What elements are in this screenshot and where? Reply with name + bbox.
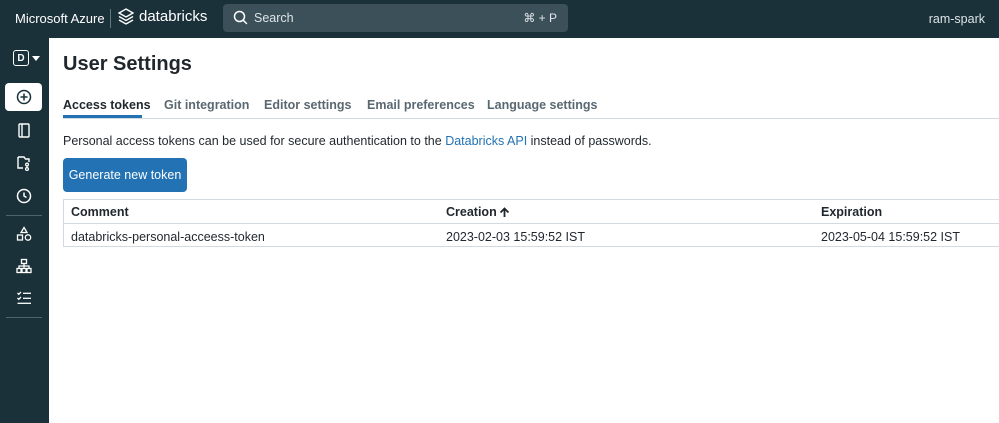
sidebar-item-repos[interactable] [5,149,42,177]
databricks-label: databricks [139,8,208,25]
tab-language-settings[interactable]: Language settings [487,98,597,112]
column-header-comment[interactable]: Comment [71,205,129,219]
sidebar-item-recents[interactable] [5,182,42,210]
brand-divider [110,9,111,28]
description-text-after: instead of passwords. [527,134,652,148]
persona-switcher[interactable]: D [13,49,43,67]
token-expiration-cell: 2023-05-04 15:59:52 IST [821,230,960,244]
clock-icon [16,188,31,204]
notebook-icon [17,122,30,138]
sidebar-item-new[interactable] [5,83,42,111]
table-header-row: Comment Creation Expiration [64,200,999,224]
databricks-icon [118,8,134,25]
sidebar: D [0,38,49,423]
databricks-logo[interactable]: databricks [118,8,207,25]
sidebar-item-workspace[interactable] [5,116,42,144]
token-comment-cell: databricks-personal-acceess-token [71,230,265,244]
top-bar: Microsoft Azure databricks Search ⌘ + P … [0,0,999,38]
tab-access-tokens[interactable]: Access tokens [63,98,151,112]
sidebar-item-data[interactable] [5,220,42,248]
tab-editor-settings[interactable]: Editor settings [264,98,352,112]
tab-git-integration[interactable]: Git integration [164,98,249,112]
search-shortcut: ⌘ + P [523,11,557,25]
microsoft-azure-label: Microsoft Azure [15,11,105,26]
chevron-down-icon [32,55,40,61]
tab-email-preferences[interactable]: Email preferences [367,98,475,112]
column-header-label: Expiration [821,205,883,219]
column-header-label: Comment [71,205,129,219]
sidebar-divider [6,317,42,318]
tabs-divider [63,118,999,119]
description-text-before: Personal access tokens can be used for s… [63,134,446,148]
column-header-creation[interactable]: Creation [446,205,510,219]
arrow-up-icon [499,206,509,217]
token-creation-cell: 2023-02-03 15:59:52 IST [446,230,585,244]
persona-icon: D [13,50,29,66]
tokens-table: Comment Creation Expiration databricks-p… [63,199,999,247]
search-icon [233,10,248,25]
sidebar-item-workflows[interactable] [5,284,42,312]
plus-circle-icon [16,89,31,105]
page-title: User Settings [63,53,192,75]
shapes-icon [16,226,31,241]
table-row[interactable]: databricks-personal-acceess-token 2023-0… [64,224,999,247]
databricks-api-link[interactable]: Databricks API [445,134,527,148]
column-header-label: Creation [446,205,497,219]
search-input[interactable]: Search ⌘ + P [223,4,568,32]
checklist-icon [16,291,31,304]
cluster-icon [15,258,32,274]
column-header-expiration[interactable]: Expiration [821,205,882,219]
repo-icon [16,156,30,171]
sidebar-item-compute[interactable] [5,252,42,280]
tokens-description: Personal access tokens can be used for s… [63,134,652,148]
user-menu[interactable]: ram-spark [929,12,985,26]
sidebar-divider [6,215,42,216]
generate-new-token-button[interactable]: Generate new token [63,158,187,192]
search-placeholder: Search [254,11,294,25]
